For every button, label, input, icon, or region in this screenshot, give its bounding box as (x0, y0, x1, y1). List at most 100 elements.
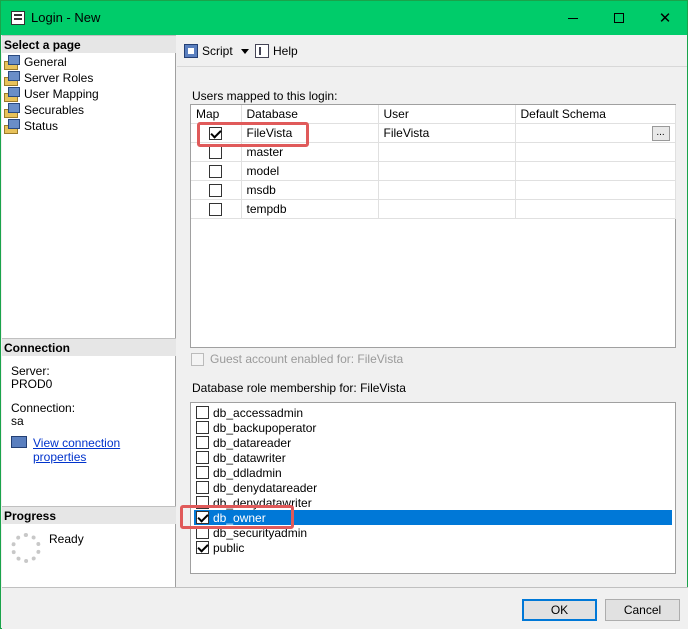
close-icon: ✕ (658, 10, 672, 27)
minimize-button[interactable] (550, 1, 596, 35)
schema-cell[interactable] (515, 199, 676, 219)
role-checkbox[interactable] (196, 451, 209, 464)
page-icon (4, 103, 20, 118)
role-item[interactable]: db_backupoperator (194, 420, 672, 435)
column-header-default-schema[interactable]: Default Schema (515, 105, 676, 124)
highlight-box-db-owner (180, 505, 294, 529)
schema-cell[interactable]: ... (515, 123, 676, 143)
connection-header: Connection (2, 338, 176, 356)
page-user-mapping[interactable]: User Mapping (4, 86, 99, 102)
page-icon (4, 87, 20, 102)
page-icon (4, 119, 20, 134)
column-header-database[interactable]: Database (241, 105, 379, 124)
user-cell[interactable] (378, 142, 516, 162)
ok-button[interactable]: OK (522, 599, 597, 621)
page-securables[interactable]: Securables (4, 102, 84, 118)
login-dialog: Login - New ✕ Select a page General Serv… (0, 0, 688, 629)
maximize-icon (614, 13, 624, 23)
users-mapped-label: Users mapped to this login: (192, 89, 338, 103)
users-mapped-grid: Map Database User Default Schema FileVis… (190, 104, 676, 348)
role-item[interactable]: db_datawriter (194, 450, 672, 465)
role-label: db_datawriter (213, 450, 286, 465)
role-item[interactable]: public (194, 540, 672, 555)
page-label: Securables (24, 103, 85, 117)
table-row[interactable]: model (191, 161, 676, 181)
schema-cell[interactable] (515, 180, 676, 200)
map-checkbox[interactable] (209, 165, 223, 179)
role-item[interactable]: db_ddladmin (194, 465, 672, 480)
highlight-box-filevista (197, 122, 309, 147)
user-cell[interactable]: FileVista (378, 123, 516, 143)
role-checkbox[interactable] (196, 436, 209, 449)
role-checkbox[interactable] (196, 541, 209, 554)
close-button[interactable]: ✕ (642, 1, 688, 35)
page-label: General (24, 55, 67, 69)
role-label: public (213, 540, 245, 555)
role-label: db_accessadmin (213, 405, 304, 420)
title-bar: Login - New ✕ (1, 1, 687, 35)
page-icon (4, 55, 20, 70)
cancel-button[interactable]: Cancel (605, 599, 680, 621)
table-header-row: Map Database User Default Schema (191, 105, 676, 124)
user-cell[interactable] (378, 199, 516, 219)
guest-account-row[interactable]: Guest account enabled for: FileVista (191, 352, 403, 366)
main-pane: Script Help Users mapped to this login: … (177, 35, 687, 587)
browse-schema-button[interactable]: ... (651, 125, 670, 141)
role-checkbox[interactable] (196, 421, 209, 434)
database-cell[interactable]: model (241, 161, 379, 181)
schema-cell[interactable] (515, 161, 676, 181)
script-button[interactable]: Script (184, 43, 249, 59)
chevron-down-icon[interactable] (240, 48, 249, 54)
toolbar: Script Help (177, 35, 687, 67)
page-general[interactable]: General (4, 54, 67, 70)
database-cell[interactable]: tempdb (241, 199, 379, 219)
app-icon (11, 11, 25, 25)
connection-properties-icon (11, 436, 27, 448)
table-row[interactable]: msdb (191, 180, 676, 200)
dialog-footer: OK Cancel (2, 587, 688, 629)
progress-status: Ready (49, 532, 84, 546)
help-icon (255, 44, 269, 58)
page-icon (4, 71, 20, 86)
role-checkbox[interactable] (196, 466, 209, 479)
map-checkbox[interactable] (209, 146, 223, 160)
column-header-user[interactable]: User (378, 105, 516, 124)
map-checkbox[interactable] (209, 184, 223, 198)
database-cell[interactable]: msdb (241, 180, 379, 200)
role-item[interactable]: db_accessadmin (194, 405, 672, 420)
role-label: db_backupoperator (213, 420, 317, 435)
page-label: Server Roles (24, 71, 94, 85)
table-row[interactable]: tempdb (191, 199, 676, 219)
minimize-icon (568, 17, 578, 19)
column-header-map[interactable]: Map (191, 105, 242, 124)
connection-value: sa (11, 414, 24, 428)
select-page-header: Select a page (2, 35, 176, 53)
page-label: Status (24, 119, 59, 133)
guest-account-checkbox[interactable] (191, 352, 204, 366)
left-pane: Select a page General Server Roles User … (2, 35, 176, 587)
user-cell[interactable] (378, 161, 516, 181)
server-label: Server: (11, 364, 50, 378)
help-label: Help (273, 44, 298, 58)
role-item[interactable]: db_denydatareader (194, 480, 672, 495)
maximize-button[interactable] (596, 1, 642, 35)
script-label: Script (202, 44, 233, 58)
role-label: db_datareader (213, 435, 292, 450)
script-icon (184, 44, 198, 58)
role-checkbox[interactable] (196, 406, 209, 419)
connection-label: Connection: (11, 401, 76, 415)
role-membership-list: db_accessadmin db_backupoperator db_data… (180, 402, 676, 574)
role-item[interactable]: db_datareader (194, 435, 672, 450)
role-checkbox[interactable] (196, 481, 209, 494)
page-server-roles[interactable]: Server Roles (4, 70, 93, 86)
map-checkbox[interactable] (209, 203, 223, 217)
help-button[interactable]: Help (255, 43, 298, 59)
view-connection-properties-link[interactable]: View connection properties (33, 436, 175, 464)
schema-cell[interactable] (515, 142, 676, 162)
role-membership-label: Database role membership for: FileVista (192, 381, 406, 395)
role-label: db_ddladmin (213, 465, 282, 480)
page-label: User Mapping (24, 87, 99, 101)
page-status[interactable]: Status (4, 118, 58, 134)
user-cell[interactable] (378, 180, 516, 200)
role-label: db_denydatareader (213, 480, 318, 495)
